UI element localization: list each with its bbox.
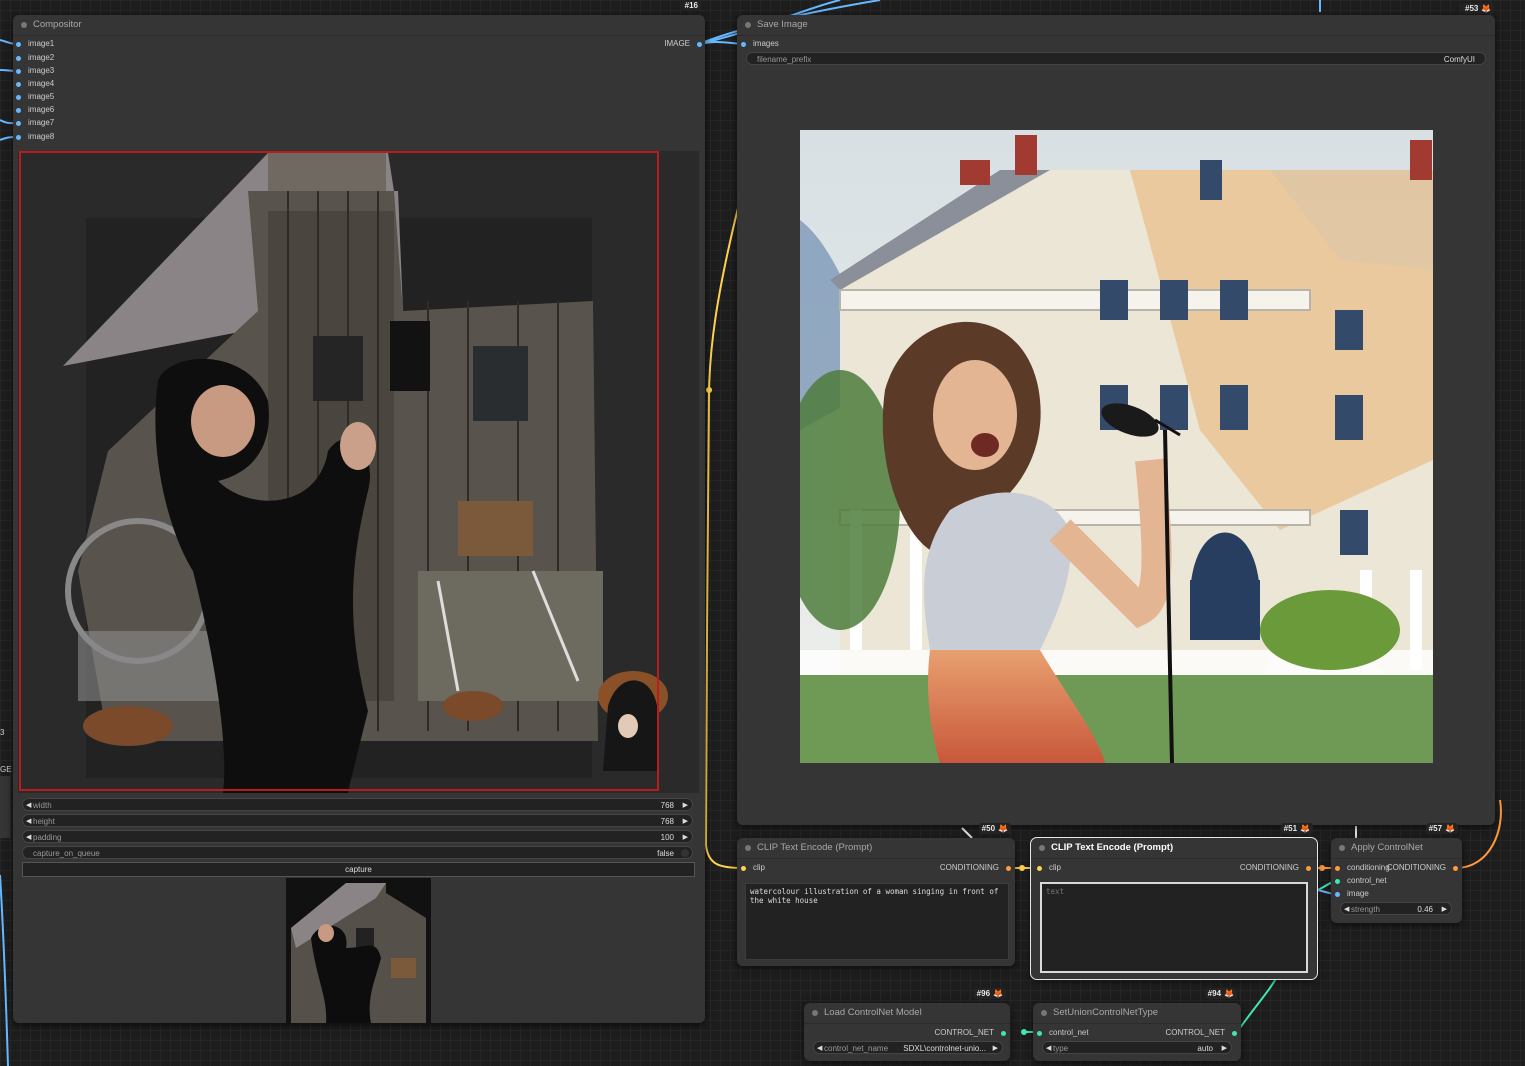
decrement-arrow-icon[interactable]: ◀ — [26, 831, 31, 844]
fox-icon: 🦊 — [993, 989, 1003, 998]
node-title-text: CLIP Text Encode (Prompt) — [757, 842, 873, 853]
input-slot-image7[interactable]: image7 — [16, 117, 54, 129]
node-title-text: Compositor — [33, 19, 82, 30]
save-image-node[interactable]: Save Image images filename_prefix ComfyU… — [737, 15, 1495, 825]
input-slot-image1[interactable]: image1 — [16, 38, 54, 50]
next-arrow-icon[interactable]: ▶ — [993, 1042, 998, 1055]
increment-arrow-icon[interactable]: ▶ — [683, 799, 688, 812]
increment-arrow-icon[interactable]: ▶ — [683, 831, 688, 844]
node-badge: #50 🦊 — [978, 823, 1011, 834]
node-badge: #94 🦊 — [1204, 988, 1237, 999]
collapse-dot-icon[interactable] — [745, 22, 751, 28]
input-slot-images[interactable]: images — [741, 38, 779, 50]
input-slot-image8[interactable]: image8 — [16, 131, 54, 143]
node-badge: #57 🦊 — [1425, 823, 1458, 834]
input-slot-clip[interactable]: clip — [1037, 862, 1061, 874]
node-title-text: Load ControlNet Model — [824, 1007, 922, 1018]
strength-widget[interactable]: ◀ strength 0.46 ▶ — [1340, 902, 1452, 915]
collapse-dot-icon[interactable] — [1339, 845, 1345, 851]
collapse-dot-icon[interactable] — [1039, 845, 1045, 851]
collapse-dot-icon[interactable] — [745, 845, 751, 851]
offscreen-node-fragment[interactable] — [0, 776, 10, 838]
node-title-text: CLIP Text Encode (Prompt) — [1051, 842, 1174, 853]
filename-prefix-field[interactable]: filename_prefix ComfyUI — [746, 52, 1486, 65]
composite-bounds-frame — [19, 151, 659, 791]
node-badge: #16 — [681, 0, 701, 11]
node-title-text: Save Image — [757, 19, 808, 30]
output-slot-control-net[interactable]: CONTROL_NET — [1165, 1027, 1237, 1039]
node-title[interactable]: Load ControlNet Model — [804, 1003, 1010, 1024]
input-slot-image[interactable]: image — [1335, 888, 1369, 900]
collapse-dot-icon[interactable] — [21, 22, 27, 28]
compositor-node[interactable]: #16 Compositor image1 image2 image3 imag… — [13, 0, 705, 1023]
input-slot-image3[interactable]: image3 — [16, 65, 54, 77]
node-title[interactable]: Save Image — [737, 15, 1495, 36]
capture-on-queue-toggle[interactable]: capture_on_queue false — [22, 846, 693, 859]
node-badge: #51 🦊 — [1280, 823, 1313, 834]
load-controlnet-model-node[interactable]: #96 🦊 Load ControlNet Model CONTROL_NET ◀… — [804, 988, 1010, 1061]
input-slot-control-net[interactable]: control_net — [1037, 1027, 1089, 1039]
collapse-dot-icon[interactable] — [812, 1010, 818, 1016]
input-slot-image2[interactable]: image2 — [16, 52, 54, 64]
node-title[interactable]: CLIP Text Encode (Prompt) — [737, 838, 1015, 859]
node-title[interactable]: CLIP Text Encode (Prompt) — [1031, 838, 1317, 859]
prev-arrow-icon[interactable]: ◀ — [1046, 1042, 1051, 1055]
next-arrow-icon[interactable]: ▶ — [1222, 1042, 1227, 1055]
prev-arrow-icon[interactable]: ◀ — [817, 1042, 822, 1055]
input-slot-image4[interactable]: image4 — [16, 78, 54, 90]
capture-preview-thumbnail — [286, 878, 431, 1023]
apply-controlnet-node[interactable]: #57 🦊 Apply ControlNet conditioning CONDI… — [1331, 823, 1462, 923]
input-slot-image6[interactable]: image6 — [16, 104, 54, 116]
padding-widget[interactable]: ◀ padding 100 ▶ — [22, 830, 693, 843]
output-slot-image[interactable]: IMAGE — [664, 38, 702, 50]
input-slot-image5[interactable]: image5 — [16, 91, 54, 103]
node-badge-53: #53 🦊 — [1462, 3, 1495, 14]
collapse-dot-icon[interactable] — [1041, 1010, 1047, 1016]
decrement-arrow-icon[interactable]: ◀ — [26, 815, 31, 828]
prompt-textarea[interactable] — [1040, 882, 1308, 973]
control-net-name-select[interactable]: ◀ control_net_name SDXL\controlnet-unio.… — [813, 1041, 1003, 1054]
type-select[interactable]: ◀ type auto ▶ — [1042, 1041, 1232, 1054]
output-slot-conditioning[interactable]: CONDITIONING — [940, 862, 1011, 874]
node-title[interactable]: Apply ControlNet — [1331, 838, 1462, 859]
fox-icon: 🦊 — [998, 824, 1008, 833]
output-slot-conditioning[interactable]: CONDITIONING — [1387, 862, 1458, 874]
node-title-text: Apply ControlNet — [1351, 842, 1423, 853]
width-widget[interactable]: ◀ width 768 ▶ — [22, 798, 693, 811]
fox-icon: 🦊 — [1224, 989, 1234, 998]
generated-image-preview[interactable] — [800, 130, 1433, 763]
input-slot-conditioning[interactable]: conditioning — [1335, 862, 1390, 874]
node-badge: #96 🦊 — [973, 988, 1006, 999]
toggle-knob-icon[interactable] — [681, 849, 689, 857]
fox-icon: 🦊 — [1300, 824, 1310, 833]
fox-icon: 🦊 — [1481, 4, 1492, 13]
decrement-arrow-icon[interactable]: ◀ — [1344, 903, 1349, 916]
prompt-textarea[interactable]: watercolour illustration of a woman sing… — [745, 883, 1009, 960]
offscreen-node-badge: 3 — [0, 728, 5, 737]
input-slot-clip[interactable]: clip — [741, 862, 765, 874]
output-slot-conditioning[interactable]: CONDITIONING — [1240, 862, 1311, 874]
clip-text-encode-node-51[interactable]: #51 🦊 CLIP Text Encode (Prompt) clip COND… — [1030, 823, 1318, 980]
clip-text-encode-node-50[interactable]: #50 🦊 CLIP Text Encode (Prompt) clip COND… — [737, 823, 1015, 966]
fox-icon: 🦊 — [1445, 824, 1455, 833]
height-widget[interactable]: ◀ height 768 ▶ — [22, 814, 693, 827]
node-title-text: SetUnionControlNetType — [1053, 1007, 1159, 1018]
increment-arrow-icon[interactable]: ▶ — [683, 815, 688, 828]
output-slot-control-net[interactable]: CONTROL_NET — [934, 1027, 1006, 1039]
decrement-arrow-icon[interactable]: ◀ — [26, 799, 31, 812]
node-title[interactable]: Compositor — [13, 15, 705, 36]
capture-button[interactable]: capture — [22, 862, 695, 877]
node-title[interactable]: SetUnionControlNetType — [1033, 1003, 1241, 1024]
set-union-controlnet-type-node[interactable]: #94 🦊 SetUnionControlNetType control_net … — [1033, 988, 1241, 1061]
offscreen-node-label: GE — [0, 765, 12, 774]
increment-arrow-icon[interactable]: ▶ — [1442, 903, 1447, 916]
input-slot-control-net[interactable]: control_net — [1335, 875, 1387, 887]
